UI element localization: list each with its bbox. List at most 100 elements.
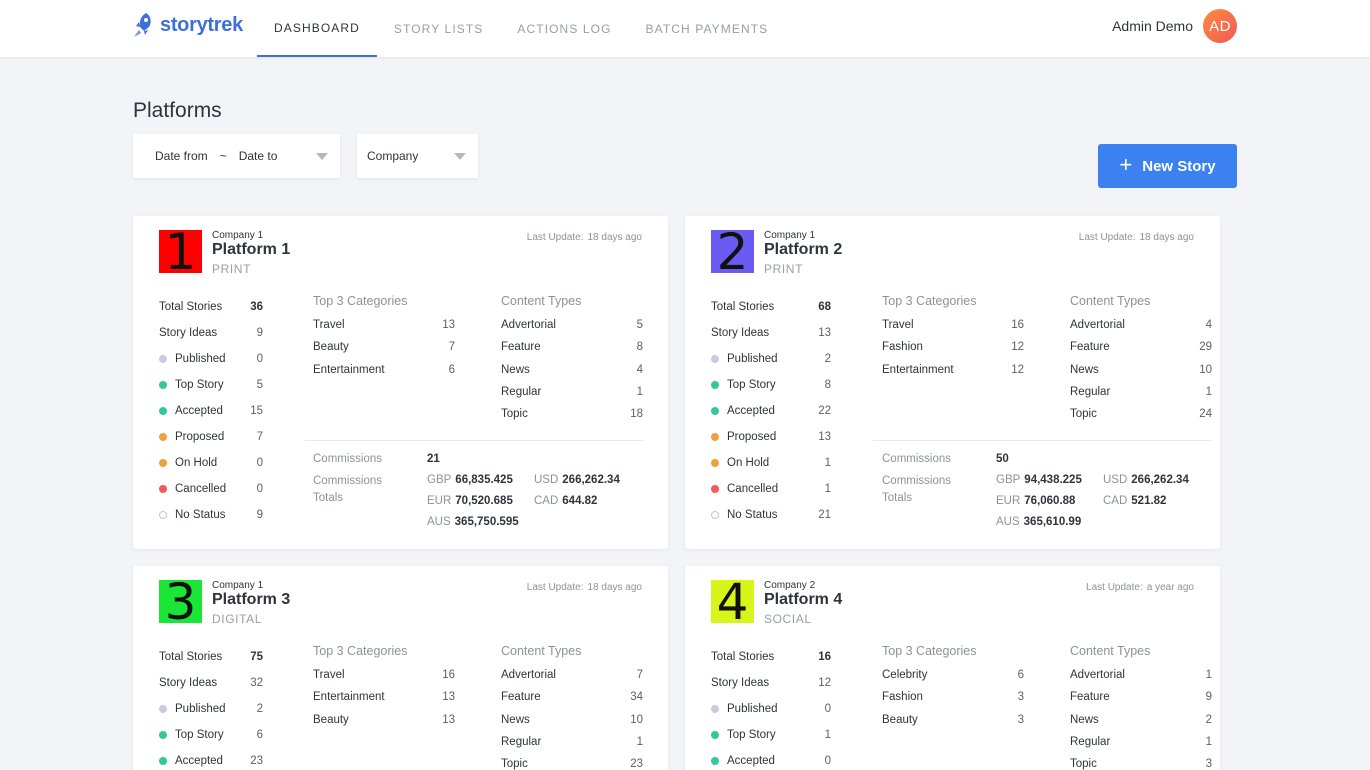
status-count: 13: [818, 431, 831, 443]
content-type-name: News: [501, 363, 530, 376]
status-row[interactable]: Published 2: [711, 346, 831, 372]
platform-badge: 4: [711, 580, 754, 623]
commissions-totals-line1: Commissions: [313, 475, 383, 487]
platform-card[interactable]: 1 Company 1 Platform 1 PRINT Last Update: 18 …: [133, 216, 668, 549]
status-label: Published: [711, 703, 778, 715]
status-row[interactable]: On Hold 1: [711, 450, 831, 476]
commissions-section: Commissions Commissions Totals 50 GBP 94,438.…: [882, 453, 1220, 533]
nav-actions-log[interactable]: ACTIONS LOG: [500, 0, 628, 57]
status-row[interactable]: No Status 21: [711, 502, 831, 528]
platform-card[interactable]: 2 Company 1 Platform 2 PRINT Last Update: 18 …: [685, 216, 1220, 549]
status-label: Top Story: [711, 379, 776, 391]
category-row: Entertainment 6: [313, 359, 455, 381]
commissions-count: 21: [427, 453, 440, 465]
platform-name[interactable]: Platform 2: [764, 241, 842, 259]
nav-dashboard[interactable]: DASHBOARD: [257, 0, 377, 57]
platform-name[interactable]: Platform 4: [764, 591, 842, 609]
status-row[interactable]: On Hold 0: [159, 450, 263, 476]
total-stories-label: Total Stories: [711, 301, 775, 313]
status-row[interactable]: No Status 9: [159, 502, 263, 528]
platform-card[interactable]: 3 Company 1 Platform 3 DIGITAL Last Update: 1…: [133, 566, 668, 770]
date-from-field[interactable]: Date from: [155, 149, 208, 163]
status-count: 1: [824, 457, 831, 469]
status-row[interactable]: Top Story 5: [159, 372, 263, 398]
status-label: Top Story: [711, 729, 776, 741]
status-dot-icon: [159, 355, 167, 363]
status-label: Accepted: [711, 405, 775, 417]
platform-card[interactable]: 4 Company 2 Platform 4 SOCIAL Last Update: a …: [685, 566, 1220, 770]
status-row[interactable]: Accepted 15: [159, 398, 263, 424]
currency-code: EUR: [427, 495, 452, 507]
currency-code: EUR: [996, 495, 1021, 507]
content-type-count: 3: [1205, 758, 1212, 770]
story-ideas-row: Story Ideas 32: [159, 670, 263, 696]
category-name: Beauty: [313, 341, 349, 354]
status-row[interactable]: Published 2: [159, 696, 263, 722]
category-name: Entertainment: [313, 363, 385, 376]
status-row[interactable]: Cancelled 0: [159, 476, 263, 502]
status-row[interactable]: Top Story 1: [711, 722, 831, 748]
new-story-button[interactable]: + New Story: [1098, 144, 1237, 188]
date-to-field[interactable]: Date to: [239, 149, 278, 163]
commissions-totals-label: Commissions Totals: [313, 473, 382, 507]
status-row[interactable]: Cancelled 1: [711, 476, 831, 502]
currency-total-aus: AUS 365,750.595: [427, 516, 519, 528]
category-name: Celebrity: [882, 669, 928, 682]
top-categories-header: Top 3 Categories: [313, 644, 408, 658]
status-row[interactable]: Published 0: [159, 346, 263, 372]
content-type-name: Topic: [501, 758, 528, 770]
status-row[interactable]: Top Story 6: [159, 722, 263, 748]
last-update-value: a year ago: [1146, 582, 1194, 593]
nav-story-lists[interactable]: STORY LISTS: [377, 0, 500, 57]
brand-logo[interactable]: storytrek: [132, 10, 243, 40]
status-row[interactable]: Accepted 23: [159, 748, 263, 770]
status-row[interactable]: Published 0: [711, 696, 831, 722]
content-type-name: Advertorial: [501, 669, 556, 682]
company-select[interactable]: Company: [357, 134, 478, 178]
content-type-row: Feature 9: [1070, 686, 1212, 708]
story-ideas-label: Story Ideas: [159, 677, 218, 689]
status-label: No Status: [159, 509, 226, 521]
section-divider: [305, 440, 643, 441]
currency-total-eur: EUR 70,520.685: [427, 495, 513, 507]
content-type-row: Topic 24: [1070, 403, 1212, 425]
status-count: 6: [256, 729, 263, 741]
status-count: 23: [250, 755, 263, 767]
content-type-name: News: [1070, 363, 1099, 376]
status-label: Accepted: [159, 405, 223, 417]
rocket-icon: [134, 13, 151, 37]
status-dot-icon: [711, 355, 719, 363]
content-type-row: Advertorial 5: [501, 314, 643, 336]
status-row[interactable]: Accepted 22: [711, 398, 831, 424]
status-row[interactable]: Proposed 13: [711, 424, 831, 450]
status-row[interactable]: Proposed 7: [159, 424, 263, 450]
status-count: 0: [256, 353, 263, 365]
status-dot-icon: [159, 459, 167, 467]
currency-code: AUS: [427, 516, 451, 528]
content-type-count: 10: [1199, 363, 1212, 376]
chevron-down-icon: [454, 153, 466, 160]
status-name: Published: [727, 703, 778, 715]
avatar[interactable]: AD: [1203, 9, 1237, 43]
content-type-name: Regular: [1070, 386, 1111, 399]
category-name: Beauty: [313, 713, 349, 726]
platform-name[interactable]: Platform 3: [212, 591, 290, 609]
user-menu[interactable]: Admin Demo AD: [1112, 9, 1237, 43]
content-type-count: 7: [636, 669, 643, 682]
status-name: Accepted: [727, 405, 775, 417]
content-type-row: Topic 3: [1070, 753, 1212, 770]
content-type-count: 29: [1199, 341, 1212, 354]
platform-company: Company 2: [764, 580, 816, 591]
date-range-filter[interactable]: Date from ~ Date to: [133, 134, 340, 178]
status-count: 0: [824, 703, 831, 715]
status-row[interactable]: Accepted 0: [711, 748, 831, 770]
story-ideas-value: 32: [250, 677, 263, 689]
category-name: Entertainment: [882, 363, 954, 376]
status-name: Published: [727, 353, 778, 365]
status-label: Top Story: [159, 729, 224, 741]
nav-batch-payments[interactable]: BATCH PAYMENTS: [629, 0, 786, 57]
platform-name[interactable]: Platform 1: [212, 241, 290, 259]
status-count: 2: [256, 703, 263, 715]
status-row[interactable]: Top Story 8: [711, 372, 831, 398]
category-name: Beauty: [882, 713, 918, 726]
